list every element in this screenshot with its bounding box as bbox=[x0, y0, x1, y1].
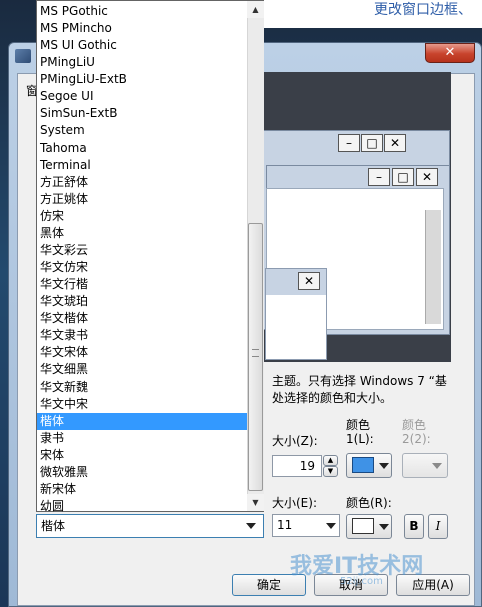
font-list-item[interactable]: System bbox=[37, 122, 247, 139]
color1-swatch bbox=[352, 457, 374, 473]
preview-active-minimize-icon: – bbox=[368, 168, 390, 186]
preview-active-close-icon: ✕ bbox=[416, 168, 438, 186]
font-list-item[interactable]: 华文行楷 bbox=[37, 276, 247, 293]
close-button[interactable]: ✕ bbox=[425, 43, 475, 63]
font-list-item[interactable]: 华文琥珀 bbox=[37, 293, 247, 310]
preview-message-close-icon: ✕ bbox=[298, 272, 320, 290]
font-list-item[interactable]: 幼圆 bbox=[37, 498, 247, 515]
item-size-input[interactable]: 19 bbox=[272, 455, 322, 477]
color2-label-key: 2(2): bbox=[402, 432, 431, 446]
font-color-dropdown-icon bbox=[379, 524, 389, 530]
preview-close-icon: ✕ bbox=[384, 134, 406, 152]
font-list-item[interactable]: 黑体 bbox=[37, 225, 247, 242]
font-dropdown-list[interactable]: MS PGothic MS PMincho MS UI Gothic PMingLiU… bbox=[36, 0, 264, 515]
color2-label: 颜色 bbox=[402, 418, 427, 432]
font-list-item[interactable]: 华文中宋 bbox=[37, 396, 247, 413]
top-link[interactable]: 更改窗口边框、 bbox=[374, 0, 482, 22]
font-list-item[interactable]: 微软雅黑 bbox=[37, 464, 247, 481]
font-list-item[interactable]: PMingLiU-ExtB bbox=[37, 71, 247, 88]
color2-dropdown-icon bbox=[432, 463, 442, 469]
font-list-item[interactable]: PMingLiU bbox=[37, 54, 247, 71]
description-line-1: 主题。只有选择 Windows 7 “基 bbox=[272, 374, 447, 388]
font-list-item[interactable]: 华文宋体 bbox=[37, 344, 247, 361]
font-color-label: 颜色(R): bbox=[346, 496, 392, 510]
font-size-label: 大小(E): bbox=[272, 496, 317, 510]
italic-button[interactable]: I bbox=[428, 514, 448, 539]
font-list-item[interactable]: 华文新魏 bbox=[37, 379, 247, 396]
scroll-up-arrow-icon[interactable]: ▲ bbox=[247, 1, 264, 18]
color1-label: 颜色 bbox=[346, 418, 371, 432]
font-list-item[interactable]: Tahoma bbox=[37, 140, 247, 157]
font-list-item[interactable]: 楷体 bbox=[37, 412, 247, 430]
preview-active-maximize-icon: □ bbox=[392, 168, 414, 186]
font-list-item[interactable]: 华文细黑 bbox=[37, 361, 247, 378]
font-list-item[interactable]: 华文楷体 bbox=[37, 310, 247, 327]
bold-button[interactable]: B bbox=[404, 514, 424, 539]
scroll-down-arrow-icon[interactable]: ▼ bbox=[247, 494, 264, 511]
font-list-item[interactable]: Terminal bbox=[37, 157, 247, 174]
font-list-item[interactable]: 华文仿宋 bbox=[37, 259, 247, 276]
color1-dropdown-icon bbox=[379, 463, 389, 469]
font-select[interactable]: 楷体 bbox=[36, 514, 264, 538]
font-select-dropdown-icon[interactable] bbox=[246, 523, 256, 529]
font-list-item[interactable]: 宋体 bbox=[37, 447, 247, 464]
font-list-item[interactable]: MS PMincho bbox=[37, 20, 247, 37]
font-list-item[interactable]: 华文彩云 bbox=[37, 242, 247, 259]
font-color-swatch bbox=[352, 518, 374, 534]
font-list-item[interactable]: 方正舒体 bbox=[37, 174, 247, 191]
font-list-item[interactable]: MS PGothic bbox=[37, 3, 247, 20]
font-list-item[interactable]: 新宋体 bbox=[37, 481, 247, 498]
preview-maximize-icon: □ bbox=[361, 134, 383, 152]
preview-minimize-icon: – bbox=[338, 134, 360, 152]
app-icon bbox=[15, 49, 31, 63]
font-list-item[interactable]: SimSun-ExtB bbox=[37, 105, 247, 122]
font-list-item[interactable]: Segoe UI bbox=[37, 88, 247, 105]
preview-scrollbar bbox=[425, 210, 441, 324]
watermark-url: 52ij.com bbox=[340, 576, 383, 587]
font-list-item[interactable]: 隶书 bbox=[37, 430, 247, 447]
spin-up-button[interactable]: ▲ bbox=[323, 455, 338, 466]
color1-label-key: 1(L): bbox=[346, 432, 374, 446]
font-size-dropdown-icon bbox=[326, 523, 336, 529]
description-line-2: 处选择的颜色和大小。 bbox=[272, 391, 393, 405]
spin-down-button[interactable]: ▼ bbox=[323, 466, 338, 477]
font-list-item[interactable]: 方正姚体 bbox=[37, 191, 247, 208]
item-size-label: 大小(Z): bbox=[272, 434, 318, 448]
scroll-grip-icon bbox=[252, 349, 259, 357]
font-list-item[interactable]: 仿宋 bbox=[37, 208, 247, 225]
scroll-thumb[interactable] bbox=[248, 223, 263, 491]
font-list-item[interactable]: 华文隶书 bbox=[37, 327, 247, 344]
font-list-item[interactable]: MS UI Gothic bbox=[37, 37, 247, 54]
